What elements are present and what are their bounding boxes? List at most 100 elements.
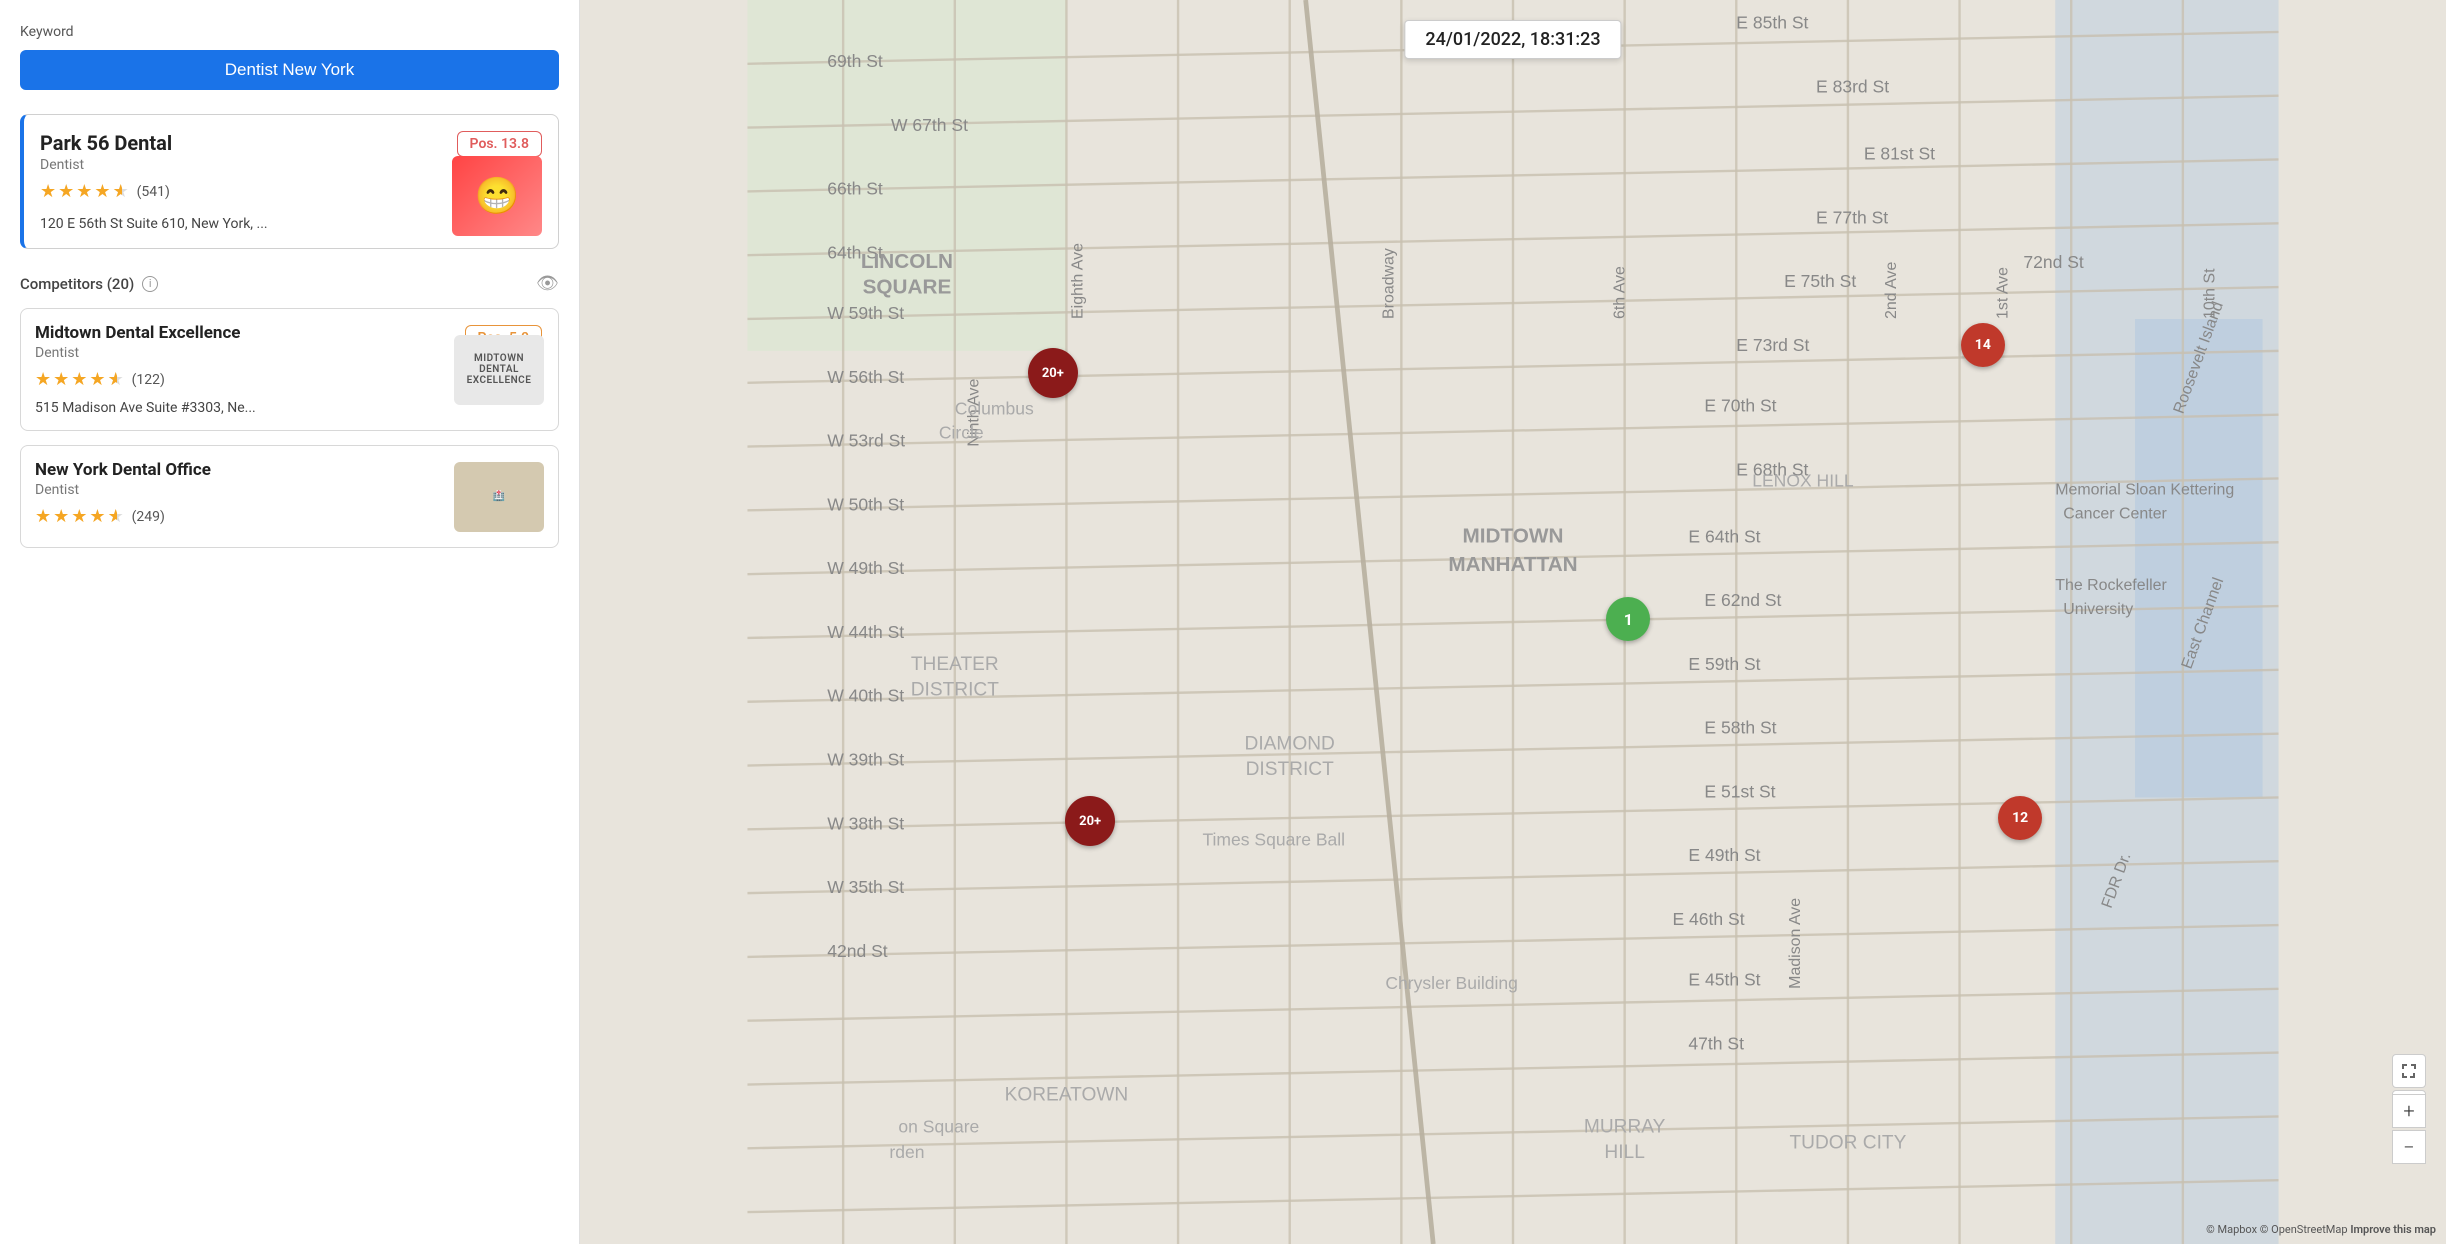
- star-2: ★: [58, 181, 74, 202]
- svg-text:Circle: Circle: [939, 423, 984, 443]
- svg-text:2nd Ave: 2nd Ave: [1883, 262, 1900, 319]
- mapbox-attribution: © Mapbox © OpenStreetMap: [2206, 1223, 2350, 1236]
- svg-text:KOREATOWN: KOREATOWN: [1005, 1084, 1129, 1105]
- svg-text:47th St: 47th St: [1688, 1033, 1744, 1053]
- star-3: ★: [76, 181, 92, 202]
- svg-text:University: University: [2063, 601, 2133, 618]
- map-background: E 85th St E 83rd St 69th St E 81st St W …: [580, 0, 2446, 1244]
- svg-text:E 77th St: E 77th St: [1816, 207, 1888, 227]
- svg-text:Cancer Center: Cancer Center: [2063, 505, 2167, 522]
- svg-text:Chrysler Building: Chrysler Building: [1385, 973, 1518, 993]
- midtown-img-placeholder: MIDTOWNDENTAL EXCELLENCE: [454, 335, 544, 405]
- svg-text:E 64th St: E 64th St: [1688, 526, 1760, 546]
- map-zoom-controls: + −: [2392, 1094, 2426, 1164]
- main-result-position: Pos. 13.8: [457, 131, 542, 157]
- competitors-eye-icon[interactable]: 👁: [536, 273, 559, 294]
- svg-text:Eighth Ave: Eighth Ave: [1069, 243, 1086, 319]
- svg-text:TUDOR CITY: TUDOR CITY: [1789, 1132, 1906, 1153]
- improve-map-link[interactable]: Improve this map: [2350, 1223, 2436, 1236]
- svg-text:MURRAY: MURRAY: [1584, 1116, 1666, 1137]
- competitor-1-image: 🏥: [454, 462, 544, 532]
- svg-text:72nd St: 72nd St: [2023, 252, 2084, 272]
- svg-text:W 56th St: W 56th St: [827, 367, 904, 387]
- c1-star-1: ★: [35, 506, 51, 527]
- c1-star-5-half: ★ ★: [108, 506, 126, 527]
- svg-text:E 85th St: E 85th St: [1736, 13, 1808, 33]
- c0-star-5-half: ★ ★: [108, 369, 126, 390]
- svg-text:Columbus: Columbus: [955, 399, 1034, 419]
- svg-text:42nd St: 42nd St: [827, 941, 888, 961]
- svg-text:W 35th St: W 35th St: [827, 877, 904, 897]
- c0-star-3: ★: [71, 369, 87, 390]
- competitor-0-reviews: (122): [132, 372, 165, 388]
- svg-text:The Rockefeller: The Rockefeller: [2055, 577, 2167, 594]
- c0-star-4: ★: [89, 369, 105, 390]
- competitors-title: Competitors (20): [20, 275, 134, 293]
- keyword-button[interactable]: Dentist New York: [20, 50, 559, 90]
- svg-text:Times Square Ball: Times Square Ball: [1202, 829, 1345, 849]
- svg-text:E 70th St: E 70th St: [1704, 395, 1776, 415]
- svg-text:W 38th St: W 38th St: [827, 813, 904, 833]
- star-1: ★: [40, 181, 56, 202]
- svg-text:E 58th St: E 58th St: [1704, 718, 1776, 738]
- star-5-half: ★ ★: [113, 181, 131, 202]
- svg-text:W 39th St: W 39th St: [827, 750, 904, 770]
- c1-star-3: ★: [71, 506, 87, 527]
- svg-text:LENOX HILL: LENOX HILL: [1752, 470, 1854, 490]
- svg-text:MIDTOWN: MIDTOWN: [1463, 524, 1564, 547]
- competitor-0-image: MIDTOWNDENTAL EXCELLENCE: [454, 335, 544, 405]
- competitor-card-1: New York Dental Office Dentist ★ ★ ★ ★ ★…: [20, 445, 559, 548]
- svg-text:6th Ave: 6th Ave: [1612, 266, 1629, 319]
- c1-star-2: ★: [53, 506, 69, 527]
- svg-text:Memorial Sloan Kettering: Memorial Sloan Kettering: [2055, 481, 2234, 498]
- svg-text:LINCOLN: LINCOLN: [861, 250, 953, 273]
- main-result-reviews: (541): [137, 184, 170, 200]
- svg-text:W 44th St: W 44th St: [827, 622, 904, 642]
- svg-text:E 62nd St: E 62nd St: [1704, 590, 1781, 610]
- svg-text:E 81st St: E 81st St: [1864, 143, 1935, 163]
- svg-text:HILL: HILL: [1604, 1142, 1644, 1163]
- map-resize-icon[interactable]: [2392, 1054, 2426, 1088]
- map-pin-1[interactable]: 14: [1961, 323, 2005, 367]
- svg-text:on Square: on Square: [898, 1116, 979, 1136]
- competitor-card-0: Midtown Dental Excellence Dentist ★ ★ ★ …: [20, 308, 559, 431]
- map-zoom-out[interactable]: −: [2392, 1130, 2426, 1164]
- svg-text:E 83rd St: E 83rd St: [1816, 77, 1889, 97]
- svg-text:DISTRICT: DISTRICT: [911, 679, 1000, 700]
- svg-text:W 50th St: W 50th St: [827, 494, 904, 514]
- svg-text:W 59th St: W 59th St: [827, 303, 904, 323]
- svg-text:THEATER: THEATER: [911, 654, 999, 675]
- svg-text:Broadway: Broadway: [1380, 248, 1397, 319]
- svg-text:DISTRICT: DISTRICT: [1246, 759, 1335, 780]
- svg-text:E 46th St: E 46th St: [1672, 909, 1744, 929]
- svg-text:W 67th St: W 67th St: [891, 115, 968, 135]
- svg-text:E 59th St: E 59th St: [1688, 654, 1760, 674]
- map-timestamp: 24/01/2022, 18:31:23: [1404, 20, 1621, 59]
- svg-text:W 49th St: W 49th St: [827, 558, 904, 578]
- svg-text:E 49th St: E 49th St: [1688, 845, 1760, 865]
- svg-text:E 45th St: E 45th St: [1688, 970, 1760, 990]
- c0-star-1: ★: [35, 369, 51, 390]
- svg-text:1st Ave: 1st Ave: [1994, 267, 2011, 319]
- competitors-section: Competitors (20) i 👁 Midtown Dental Exce…: [20, 273, 559, 562]
- svg-text:rden: rden: [889, 1142, 924, 1162]
- nydental-img-placeholder: 🏥: [454, 462, 544, 532]
- c0-star-2: ★: [53, 369, 69, 390]
- svg-text:69th St: 69th St: [827, 51, 883, 71]
- map-pin-0[interactable]: 20+: [1028, 348, 1078, 398]
- competitor-1-reviews: (249): [132, 509, 165, 525]
- svg-text:E 51st St: E 51st St: [1704, 781, 1775, 801]
- svg-text:W 40th St: W 40th St: [827, 686, 904, 706]
- svg-text:66th St: 66th St: [827, 179, 883, 199]
- competitors-info-icon[interactable]: i: [142, 276, 158, 292]
- main-result-image: 😁: [452, 156, 542, 236]
- svg-text:SQUARE: SQUARE: [863, 275, 952, 298]
- map-pin-3[interactable]: 20+: [1065, 796, 1115, 846]
- map-pin-4[interactable]: 12: [1998, 796, 2042, 840]
- map-area[interactable]: E 85th St E 83rd St 69th St E 81st St W …: [580, 0, 2446, 1244]
- svg-text:DIAMOND: DIAMOND: [1245, 734, 1335, 755]
- map-zoom-in[interactable]: +: [2392, 1094, 2426, 1128]
- c1-star-4: ★: [89, 506, 105, 527]
- svg-text:W 53rd St: W 53rd St: [827, 431, 905, 451]
- keyword-label: Keyword: [20, 24, 559, 40]
